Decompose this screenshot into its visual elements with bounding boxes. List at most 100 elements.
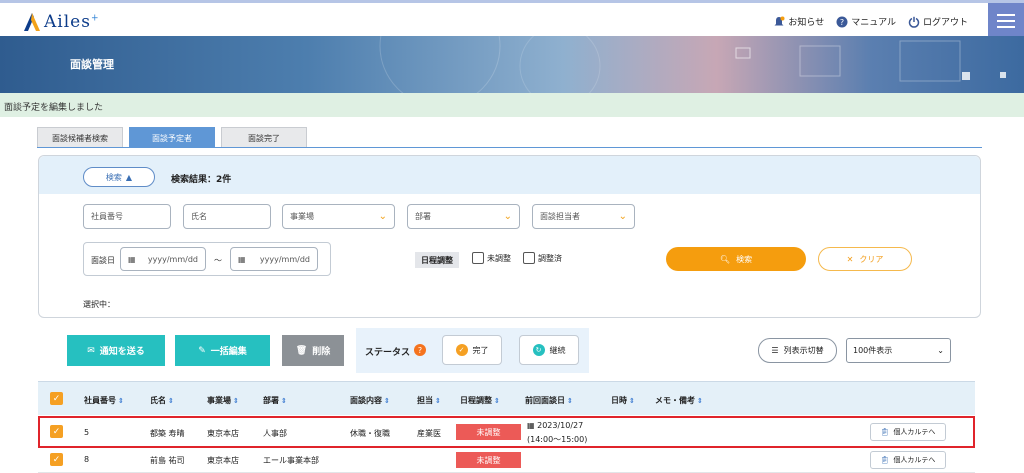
cell-dept: 人事部 (263, 429, 287, 438)
col-label: メモ・備考 (655, 396, 695, 405)
col-schedule[interactable]: 日程調整 ⇕ (460, 395, 500, 406)
schedule-badge: 未調整 (456, 452, 521, 468)
date-to-input[interactable]: ▦ yyyy/mm/dd (230, 247, 318, 271)
col-employee-no[interactable]: 社員番号 ⇕ (84, 395, 124, 406)
status-label: ステータス (365, 348, 411, 358)
date-from-placeholder: yyyy/mm/dd (147, 254, 198, 264)
col-dept[interactable]: 部署 ⇕ (263, 395, 287, 406)
sort-icon: ⇕ (435, 396, 441, 405)
name-input[interactable]: 氏名 (183, 204, 271, 229)
site-select[interactable]: 事業場 ⌄ (282, 204, 395, 229)
employee-no-input[interactable]: 社員番号 (83, 204, 171, 229)
selected-label: 選択中： (83, 300, 115, 309)
staff-select-label: 面談担当者 (540, 212, 580, 221)
page-title: 面談管理 (70, 58, 114, 71)
tab-underline (37, 147, 982, 148)
page-size-select[interactable]: 100件表示 ⌄ (846, 338, 951, 363)
clear-button-label: クリア (859, 254, 884, 264)
table-row[interactable]: ✓ 5 都築 寿晴 東京本店 人事部 休職・復職 産業医 未調整 ▦ 2023/… (38, 416, 975, 448)
col-content[interactable]: 面談内容 ⇕ (350, 395, 390, 406)
complete-label: 完了 (472, 345, 489, 355)
col-last-date[interactable]: 前回面談日 ⇕ (525, 395, 573, 406)
sort-icon: ⇕ (118, 396, 124, 405)
banner-pattern-icon (379, 36, 1006, 93)
table-header: ✓ 社員番号 ⇕ 氏名 ⇕ 事業場 ⇕ 部署 ⇕ 面談内容 ⇕ 担当 ⇕ 日程調整 ⇕ 前回面… (38, 381, 975, 415)
cell-name: 前島 祐司 (150, 456, 185, 465)
list-icon: ☰ (771, 346, 779, 355)
row-checkbox[interactable]: ✓ (50, 453, 63, 466)
cell-content: 休職・復職 (350, 429, 390, 438)
column-toggle-label: 列表示切替 (783, 346, 824, 355)
date-from-input[interactable]: ▦ yyyy/mm/dd (120, 247, 206, 271)
adjusted-label: 調整済 (538, 253, 562, 263)
table-row[interactable]: ✓ 8 前島 祐司 東京本店 エール事業本部 未調整 📋︎ 個人カルテへ (38, 449, 975, 473)
date-label: 面談日 (91, 256, 115, 265)
logo-mark-icon (24, 13, 40, 31)
notice-link[interactable]: お知らせ (773, 15, 824, 28)
search-button[interactable]: 🔍︎ 検索 (666, 247, 806, 271)
clipboard-icon: 📋︎ (880, 428, 890, 436)
unadjusted-checkbox[interactable]: 未調整 (472, 252, 511, 264)
bulk-edit-button[interactable]: ✎ 一括編集 (175, 335, 270, 366)
col-memo[interactable]: メモ・備考 ⇕ (655, 395, 703, 406)
col-staff[interactable]: 担当 ⇕ (417, 395, 441, 406)
staff-select[interactable]: 面談担当者 ⌄ (532, 204, 635, 229)
page-size-value: 100件表示 (853, 346, 893, 355)
karte-button[interactable]: 📋︎ 個人カルテへ (870, 451, 946, 469)
complete-status-button[interactable]: ✓ 完了 (442, 335, 502, 365)
notify-label: 通知を送る (99, 347, 145, 357)
col-label: 部署 (263, 396, 279, 405)
col-label: 社員番号 (84, 396, 116, 405)
mail-icon: ✉ (87, 345, 95, 356)
tab-completed[interactable]: 面談完了 (221, 127, 307, 148)
dept-select[interactable]: 部署 ⌄ (407, 204, 520, 229)
column-toggle-button[interactable]: ☰ 列表示切替 (758, 338, 837, 363)
unadjusted-label: 未調整 (487, 253, 511, 263)
search-toggle-button[interactable]: 検索 ▲ (83, 167, 155, 187)
date-range-box: 面談日 ▦ yyyy/mm/dd 〜 ▦ yyyy/mm/dd (83, 242, 331, 276)
delete-button[interactable]: 🗑︎ 削除 (282, 335, 344, 366)
caret-up-icon: ▲ (125, 172, 133, 182)
manual-link[interactable]: ? マニュアル (836, 15, 896, 28)
date-separator: 〜 (214, 256, 222, 265)
col-datetime[interactable]: 日時 ⇕ (611, 395, 635, 406)
col-label: 事業場 (207, 396, 231, 405)
sort-icon: ⇕ (168, 396, 174, 405)
page-banner: 面談管理 (0, 36, 1024, 93)
search-toggle-label: 検索 (105, 172, 122, 182)
dept-select-label: 部署 (415, 212, 431, 221)
delete-label: 削除 (312, 347, 331, 357)
col-site[interactable]: 事業場 ⇕ (207, 395, 239, 406)
continue-status-button[interactable]: ↻ 継続 (519, 335, 579, 365)
top-bar: Ailes+ お知らせ ? マニュアル ログアウト (0, 0, 1024, 39)
help-icon[interactable]: ? (414, 344, 426, 356)
karte-button[interactable]: 📋︎ 個人カルテへ (870, 423, 946, 441)
tab-scheduled[interactable]: 面談予定者 (129, 127, 215, 148)
calendar-icon: ▦ (238, 254, 246, 264)
last-date-value: 2023/10/27 (537, 421, 584, 430)
logout-link[interactable]: ログアウト (908, 15, 968, 28)
select-all-checkbox[interactable]: ✓ (50, 392, 63, 405)
clipboard-icon: 📋︎ (880, 456, 890, 464)
trash-icon: 🗑︎ (295, 345, 308, 356)
row-checkbox[interactable]: ✓ (50, 425, 63, 438)
check-circle-icon: ✓ (455, 344, 468, 356)
tab-bar: 面談候補者検索 面談予定者 面談完了 (37, 127, 307, 148)
logo[interactable]: Ailes+ (22, 10, 99, 34)
adjusted-checkbox[interactable]: 調整済 (523, 252, 562, 264)
tab-candidate-search[interactable]: 面談候補者検索 (37, 127, 123, 148)
cell-staff: 産業医 (417, 429, 441, 438)
refresh-icon: ↻ (532, 344, 545, 356)
clear-button[interactable]: ✕ クリア (818, 247, 912, 271)
hamburger-menu-button[interactable] (988, 3, 1024, 39)
notify-button[interactable]: ✉ 通知を送る (67, 335, 165, 366)
sort-icon: ⇕ (629, 396, 635, 405)
col-name[interactable]: 氏名 ⇕ (150, 395, 174, 406)
calendar-icon: ▦ (527, 421, 535, 430)
svg-text:?: ? (840, 18, 844, 27)
cell-employee-no: 5 (84, 428, 90, 437)
schedule-badge: 未調整 (456, 424, 521, 440)
logo-text: Ailes+ (44, 12, 100, 32)
chevron-down-icon: ⌄ (937, 346, 944, 355)
col-label: 氏名 (150, 396, 166, 405)
